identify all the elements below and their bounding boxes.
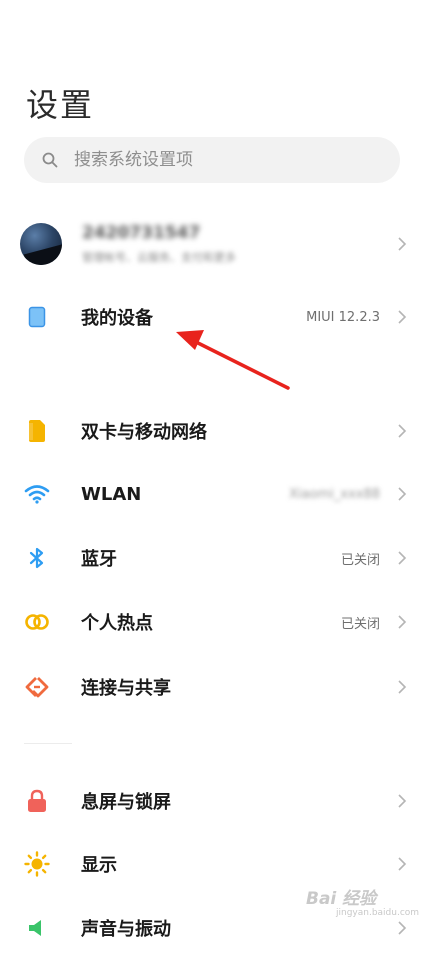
hotspot-icon <box>24 609 50 635</box>
chevron-right-icon <box>396 613 408 631</box>
item-label: 连接与共享 <box>81 678 171 699</box>
settings-item-connection-share[interactable]: 连接与共享 <box>0 659 424 715</box>
chevron-right-icon <box>396 678 408 696</box>
chevron-right-icon <box>396 308 408 326</box>
settings-item-lock-screen[interactable]: 息屏与锁屏 <box>0 773 424 829</box>
brightness-icon <box>24 851 50 877</box>
device-icon <box>24 304 50 330</box>
watermark: Bai 经验 jingyan.baidu.com <box>306 880 420 924</box>
chevron-right-icon <box>396 422 408 440</box>
lock-icon <box>24 788 50 814</box>
page-title: 设置 <box>26 86 95 124</box>
chevron-right-icon <box>396 235 408 253</box>
item-value: 已关闭 <box>340 552 380 568</box>
item-label: 双卡与移动网络 <box>81 422 207 443</box>
sim-card-icon <box>24 418 50 444</box>
watermark-url: jingyan.baidu.com <box>336 908 420 918</box>
item-label: 声音与振动 <box>81 919 171 940</box>
item-label: 我的设备 <box>81 308 153 329</box>
item-label: 显示 <box>81 855 117 876</box>
item-label: WLAN <box>81 483 142 505</box>
account-row[interactable]: 2420731547 管理帐号、云服务、支付和更多 <box>0 212 424 276</box>
search-bar[interactable] <box>24 137 400 183</box>
settings-item-my-device[interactable]: 我的设备 MIUI 12.2.3 <box>0 289 424 345</box>
watermark-logo: Bai 经验 <box>306 889 377 909</box>
item-label: 蓝牙 <box>81 549 117 570</box>
settings-item-bluetooth[interactable]: 蓝牙 已关闭 <box>0 530 424 586</box>
settings-item-hotspot[interactable]: 个人热点 已关闭 <box>0 594 424 650</box>
chevron-right-icon <box>396 792 408 810</box>
connection-share-icon <box>24 674 50 700</box>
wifi-icon <box>24 481 50 507</box>
settings-item-sim[interactable]: 双卡与移动网络 <box>0 403 424 459</box>
chevron-right-icon <box>396 485 408 503</box>
chevron-right-icon <box>396 549 408 567</box>
chevron-right-icon <box>396 855 408 873</box>
account-subtitle: 管理帐号、云服务、支付和更多 <box>82 251 236 264</box>
search-input[interactable] <box>72 149 366 171</box>
item-label: 个人热点 <box>81 613 153 634</box>
search-icon <box>40 150 60 170</box>
sound-icon <box>24 915 50 941</box>
item-value: MIUI 12.2.3 <box>306 309 380 325</box>
item-label: 息屏与锁屏 <box>81 792 171 813</box>
account-id: 2420731547 <box>82 223 201 243</box>
settings-item-wlan[interactable]: WLAN Xiaomi_xxx88 <box>0 466 424 522</box>
bluetooth-icon <box>24 545 50 571</box>
avatar <box>20 223 62 265</box>
item-value: Xiaomi_xxx88 <box>289 486 380 502</box>
item-value: 已关闭 <box>340 616 380 632</box>
section-divider <box>24 743 72 744</box>
